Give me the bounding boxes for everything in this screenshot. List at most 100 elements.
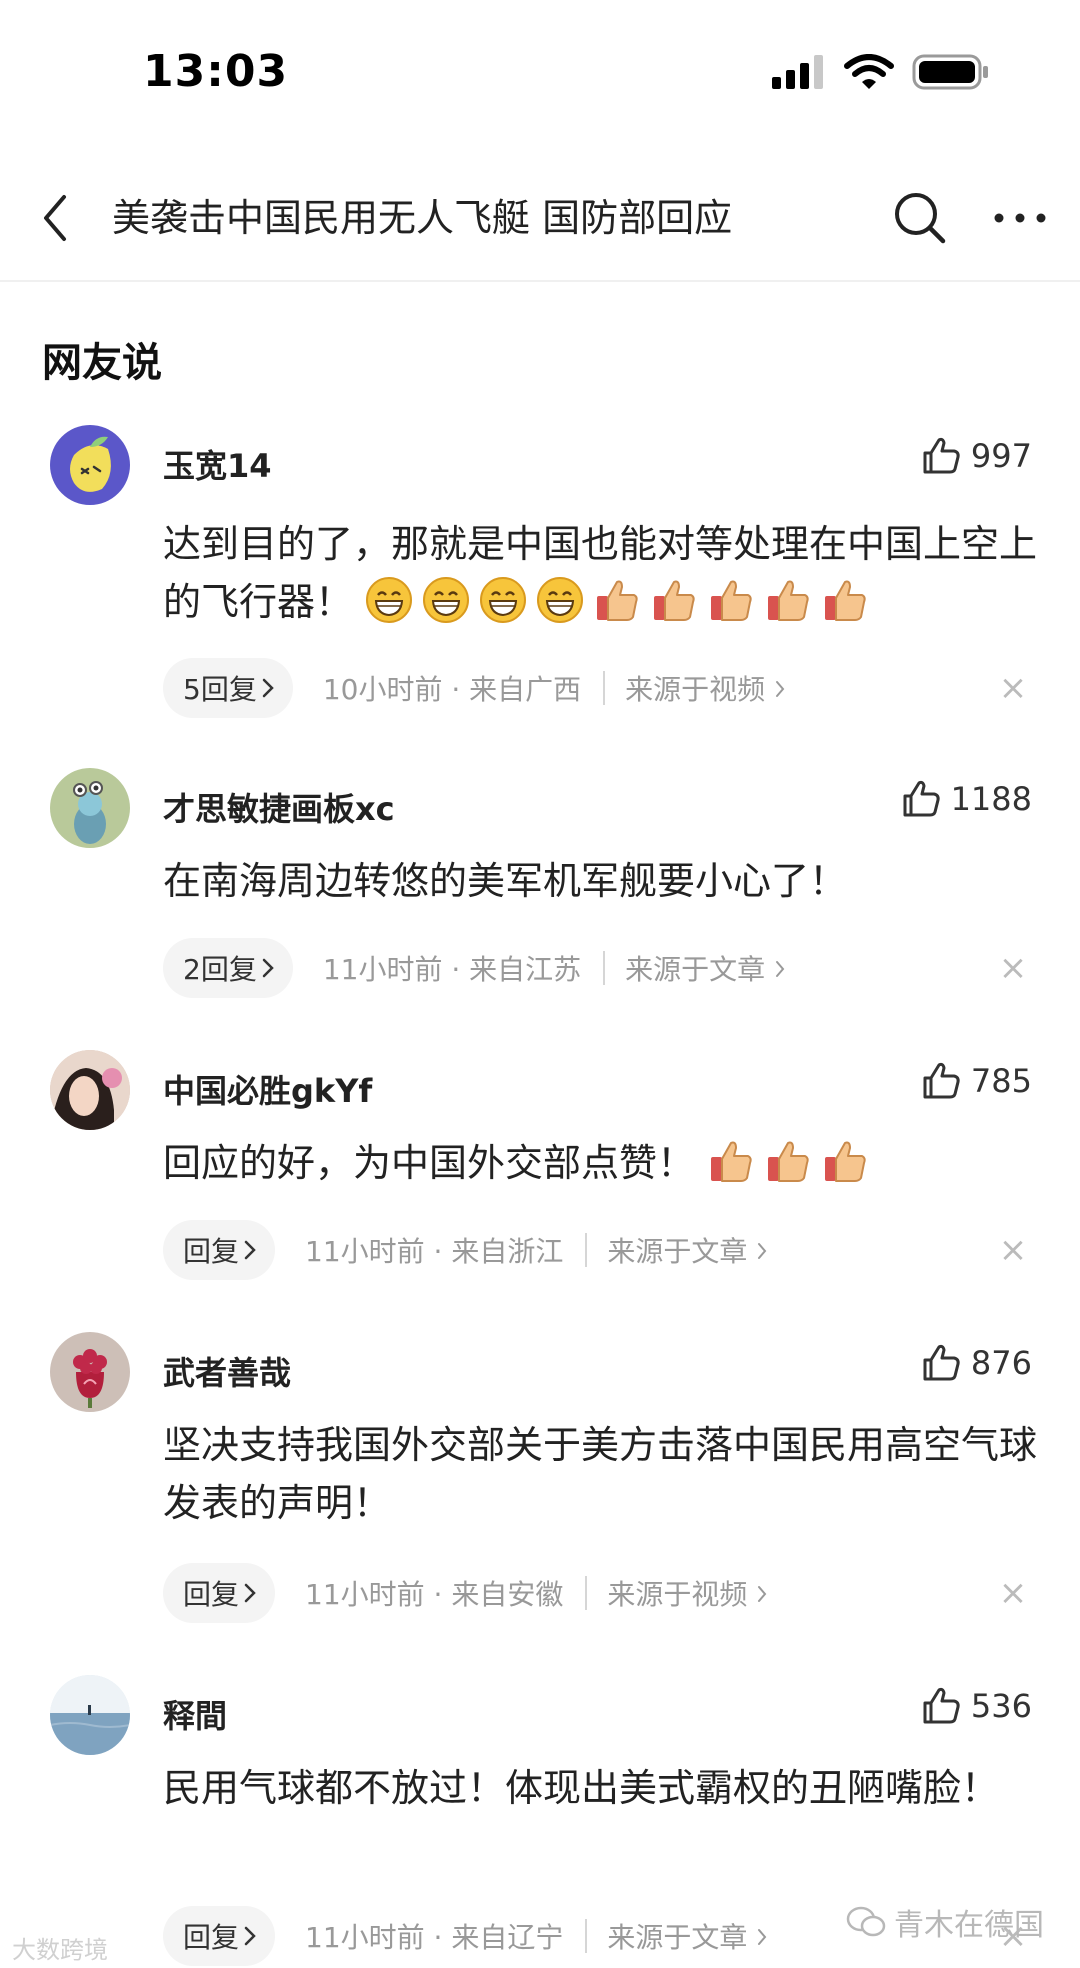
reply-label: 回复 (183, 1578, 240, 1611)
status-bar: 13:03 (0, 0, 1080, 150)
watermark-left-text: 大数跨境 (12, 1936, 108, 1964)
back-button[interactable] (30, 190, 80, 246)
chevron-right-icon (262, 958, 274, 978)
chevron-right-icon (244, 1240, 256, 1260)
meta-row: 回复 11小时前 · 来自安徽 来源于视频 × (163, 1563, 1043, 1623)
thumbs-up-emoji-icon (654, 580, 695, 621)
thumbs-up-emoji-icon (768, 580, 809, 621)
watermark-right: 青木在德国 (846, 1900, 1044, 1944)
thumbs-up-emoji-icon (825, 580, 866, 621)
close-icon[interactable]: × (983, 1563, 1043, 1623)
comment-text-body: 在南海周边转悠的美军机军舰要小心了！ (163, 859, 848, 903)
username[interactable]: 玉宽14 (163, 441, 272, 487)
reply-label: 回复 (183, 1921, 240, 1954)
chevron-right-icon (758, 1929, 767, 1945)
like-count: 876 (970, 1344, 1032, 1382)
like-count: 997 (970, 437, 1032, 475)
watermark-right-text: 青木在德国 (894, 1908, 1044, 1943)
username[interactable]: 武者善哉 (163, 1348, 291, 1394)
like-button[interactable]: 997 (921, 437, 1032, 475)
close-icon[interactable]: × (983, 658, 1043, 718)
reply-button[interactable]: 5回复 (163, 658, 293, 718)
like-count: 1188 (950, 780, 1032, 818)
watermark-left: 大数跨境 (12, 1930, 108, 1965)
like-button[interactable]: 536 (921, 1687, 1032, 1725)
thumbs-up-emoji-icon (711, 1141, 752, 1182)
thumbs-up-emoji-icon (825, 1141, 866, 1182)
source-label: 来源于文章 (607, 1235, 748, 1268)
status-icons (770, 52, 990, 92)
username[interactable]: 中国必胜gkYf (163, 1066, 372, 1112)
reply-button[interactable]: 2回复 (163, 938, 293, 998)
timestamp-location: 11小时前 · 来自安徽 (305, 1578, 564, 1611)
like-button[interactable]: 876 (921, 1344, 1032, 1382)
avatar[interactable] (50, 768, 130, 848)
grin-emoji-icon (537, 577, 584, 623)
source-link[interactable]: 来源于视频 (625, 668, 786, 708)
section-title: 网友说 (42, 340, 162, 386)
grin-emoji-icon (480, 577, 527, 623)
close-icon[interactable]: × (983, 1220, 1043, 1280)
source-link[interactable]: 来源于文章 (607, 1916, 768, 1956)
back-arrow-icon (44, 195, 66, 241)
battery-icon (912, 54, 988, 90)
chevron-right-icon (262, 678, 274, 698)
wechat-icon (846, 1906, 886, 1937)
divider (585, 1576, 588, 1610)
comment-text: 回应的好，为中国外交部点赞！ (163, 1134, 1043, 1192)
source-link[interactable]: 来源于文章 (625, 948, 786, 988)
chevron-right-icon (758, 1243, 767, 1259)
thumbs-up-icon (923, 1344, 960, 1381)
reply-label: 2回复 (183, 953, 257, 986)
avatar[interactable] (50, 1675, 130, 1755)
comment-text-body: 民用气球都不放过！体现出美式霸权的丑陋嘴脸！ (163, 1766, 1000, 1810)
page-title: 美袭击中国民用无人飞艇 国防部回应 (112, 196, 733, 240)
source-label: 来源于文章 (607, 1921, 748, 1954)
chevron-right-icon (758, 1586, 767, 1602)
chevron-right-icon (244, 1926, 256, 1946)
username[interactable]: 才思敏捷画板xc (163, 784, 395, 830)
search-icon (895, 193, 946, 244)
emoji-group (707, 1141, 878, 1185)
thumbs-up-emoji-icon (711, 580, 752, 621)
close-icon[interactable]: × (983, 938, 1043, 998)
divider (603, 671, 606, 705)
comment-text: 民用气球都不放过！体现出美式霸权的丑陋嘴脸！ (163, 1759, 1043, 1817)
nav-bar: 美袭击中国民用无人飞艇 国防部回应 (0, 150, 1080, 282)
thumbs-up-icon (923, 437, 960, 474)
comment-text: 坚决支持我国外交部关于美方击落中国民用高空气球发表的声明！ (163, 1416, 1043, 1532)
meta-row: 回复 11小时前 · 来自浙江 来源于文章 × (163, 1220, 1043, 1280)
avatar[interactable] (50, 1332, 130, 1412)
divider (603, 951, 606, 985)
reply-button[interactable]: 回复 (163, 1220, 276, 1280)
chevron-right-icon (776, 961, 785, 977)
timestamp-location: 11小时前 · 来自江苏 (322, 953, 582, 986)
comment-text: 达到目的了，那就是中国也能对等处理在中国上空上的飞行器！ (163, 515, 1043, 631)
chevron-right-icon (244, 1583, 256, 1603)
like-count: 785 (970, 1062, 1032, 1100)
thumbs-up-emoji-icon (768, 1141, 809, 1182)
comment-item: 才思敏捷画板xc 1188 在南海周边转悠的美军机军舰要小心了！ 2回复 11小… (0, 768, 1080, 1008)
comment-text-body: 坚决支持我国外交部关于美方击落中国民用高空气球发表的声明！ (163, 1423, 1038, 1525)
thumbs-up-icon (923, 1062, 960, 1099)
username[interactable]: 释間 (163, 1691, 227, 1737)
reply-label: 5回复 (183, 673, 257, 706)
timestamp-location: 10小时前 · 来自广西 (322, 673, 582, 706)
comment-item: 中国必胜gkYf 785 回应的好，为中国外交部点赞！ 回复 11小时前 · 来… (0, 1050, 1080, 1290)
search-button[interactable] (892, 190, 948, 246)
avatar[interactable] (50, 425, 130, 505)
reply-button[interactable]: 回复 (163, 1563, 276, 1623)
like-button[interactable]: 1188 (901, 780, 1032, 818)
cellular-signal-icon (772, 55, 823, 89)
wifi-icon (844, 54, 894, 89)
source-link[interactable]: 来源于视频 (607, 1573, 768, 1613)
like-button[interactable]: 785 (921, 1062, 1032, 1100)
divider (585, 1233, 588, 1267)
avatar[interactable] (50, 1050, 130, 1130)
emoji-group (365, 577, 878, 624)
reply-button[interactable]: 回复 (163, 1906, 276, 1966)
more-icon (994, 213, 1046, 223)
source-link[interactable]: 来源于文章 (607, 1230, 768, 1270)
source-label: 来源于视频 (607, 1578, 748, 1611)
more-button[interactable] (990, 190, 1050, 246)
